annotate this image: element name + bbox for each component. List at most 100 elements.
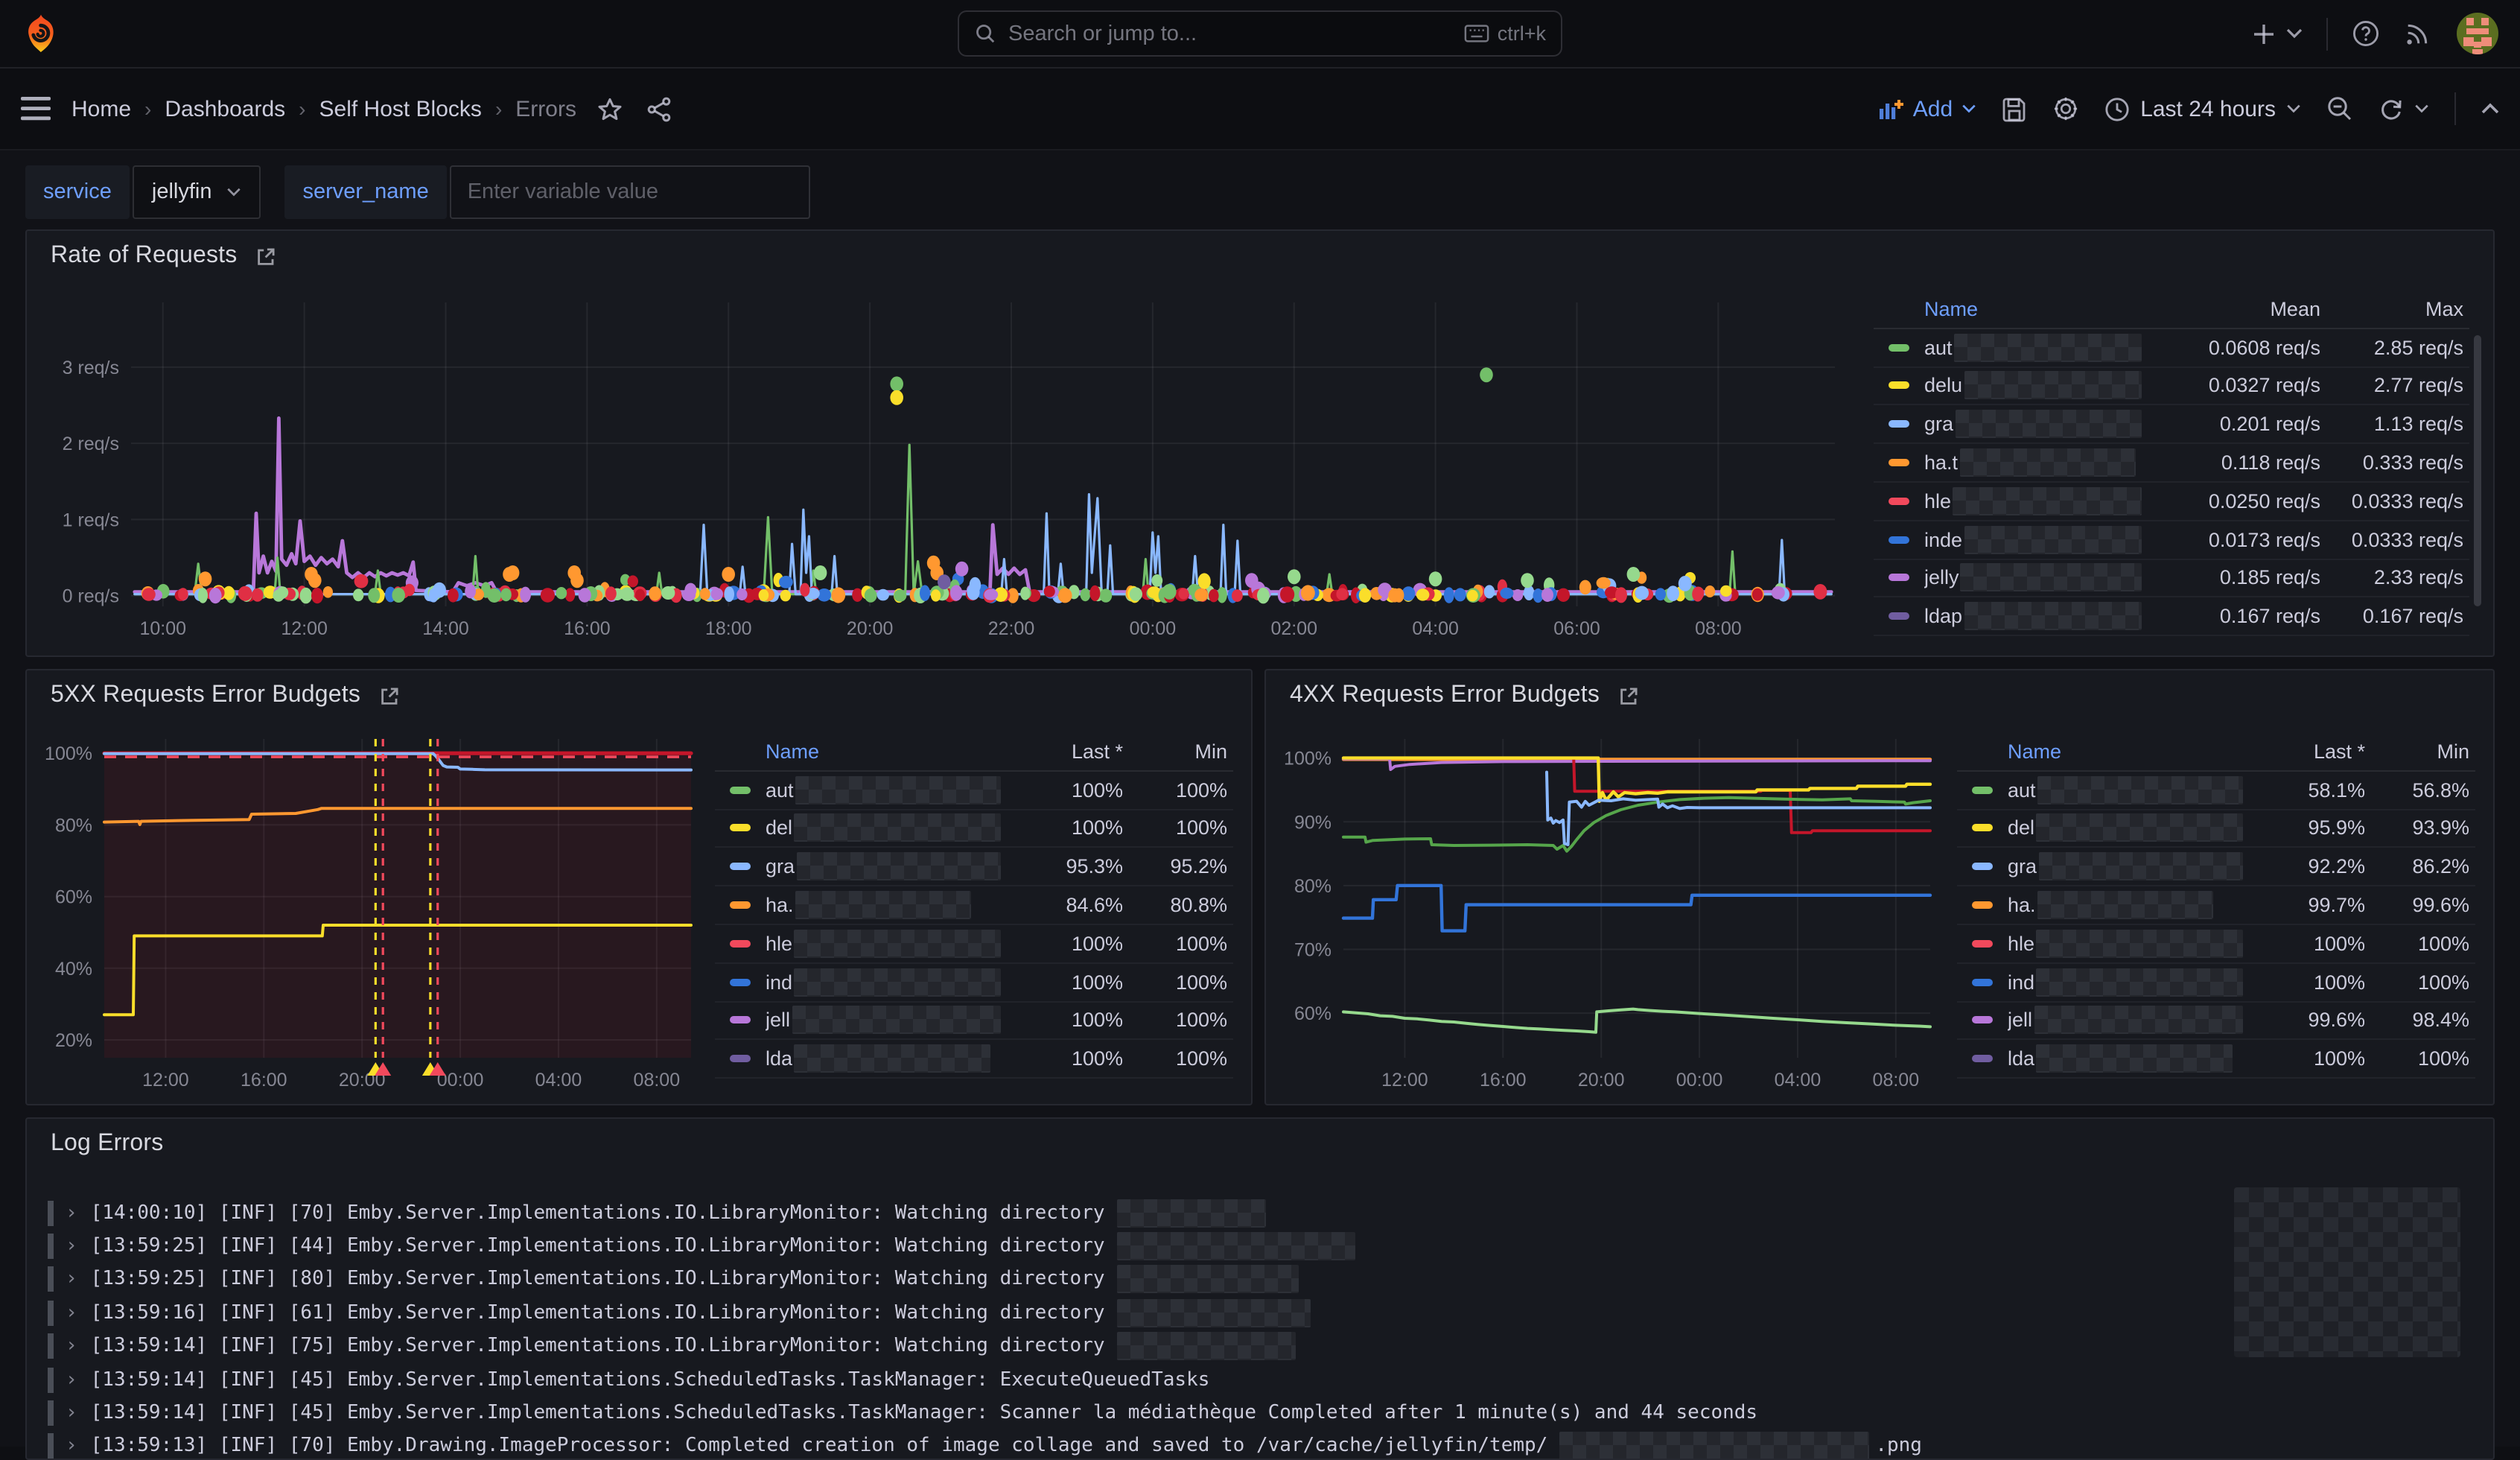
collapse-toolbar-button[interactable]	[2481, 103, 2499, 115]
menu-toggle-button[interactable]	[21, 97, 51, 121]
series-value-2: 56.8%	[2365, 778, 2475, 801]
external-link-icon[interactable]	[255, 245, 277, 267]
legend-header-name[interactable]: Name	[715, 740, 1001, 763]
chevron-down-icon	[226, 188, 241, 197]
panel-header[interactable]: 5XX Requests Error Budgets	[51, 682, 401, 709]
legend-header-min[interactable]: Min	[1123, 740, 1233, 763]
err5xx-chart[interactable]: 20%40%60%80%100%12:0016:0020:0000:0004:0…	[36, 727, 697, 1099]
legend-row[interactable]: aut58.1%56.8%	[1957, 772, 2475, 810]
series-name: lda	[766, 1045, 1001, 1073]
external-link-icon[interactable]	[378, 685, 401, 707]
legend-row[interactable]: gra95.3%95.2%	[715, 848, 1233, 887]
legend-row[interactable]: del100%100%	[715, 810, 1233, 848]
legend-row[interactable]: jell100%100%	[715, 1002, 1233, 1041]
log-line[interactable]: › [13:59:14] [INF] [75] Emby.Server.Imple…	[48, 1330, 2472, 1363]
breadcrumb-home[interactable]: Home	[71, 96, 131, 121]
legend-row[interactable]: del95.9%93.9%	[1957, 810, 2475, 848]
search-input[interactable]: Search or jump to... ctrl+k	[958, 10, 1562, 57]
legend-row[interactable]: lda100%100%	[715, 1041, 1233, 1079]
legend-header-max[interactable]: Max	[2320, 298, 2469, 320]
rss-icon	[2404, 19, 2432, 48]
legend-scrollbar[interactable]	[2474, 335, 2481, 606]
legend-row[interactable]: aut0.0608 req/s2.85 req/s	[1874, 329, 2469, 368]
legend-row[interactable]: aut100%100%	[715, 772, 1233, 810]
series-name: aut	[2008, 775, 2243, 804]
log-line[interactable]: ›[13:59:14] [INF] [45] Emby.Server.Imple…	[48, 1397, 2472, 1430]
log-line[interactable]: ›[13:59:13] [INF] [70] Emby.Drawing.Imag…	[48, 1429, 2472, 1460]
log-line[interactable]: ›[14:00:10] [INF] [70] Emby.Server.Imple…	[48, 1196, 2472, 1230]
series-name: gra	[2008, 853, 2243, 881]
legend-row[interactable]: hle100%100%	[715, 925, 1233, 964]
legend-header-name[interactable]: Name	[1957, 740, 2243, 763]
panel-header[interactable]: Rate of Requests	[51, 243, 277, 270]
favorite-button[interactable]	[597, 96, 623, 121]
expand-log-icon[interactable]: ›	[66, 1435, 77, 1458]
legend-row[interactable]: gra92.2%86.2%	[1957, 848, 2475, 887]
share-button[interactable]	[646, 96, 672, 121]
legend-row[interactable]: ha.99.7%99.6%	[1957, 886, 2475, 925]
legend-header-min[interactable]: Min	[2365, 740, 2475, 763]
log-message: [13:59:14] [INF] [45] Emby.Server.Implem…	[91, 1368, 1210, 1391]
grafana-logo-icon[interactable]	[21, 13, 61, 54]
zoom-out-button[interactable]	[2326, 95, 2353, 122]
legend-row[interactable]: hle100%100%	[1957, 925, 2475, 964]
news-button[interactable]	[2404, 19, 2432, 48]
svg-text:80%: 80%	[55, 815, 92, 836]
legend-row[interactable]: ha.84.6%80.8%	[715, 886, 1233, 925]
log-message: [13:59:14] [INF] [75] Emby.Server.Implem…	[91, 1336, 1105, 1358]
panel-header[interactable]: 4XX Requests Error Budgets	[1290, 682, 1640, 709]
refresh-button[interactable]	[2379, 96, 2429, 121]
legend-row[interactable]: inde0.0173 req/s0.0333 req/s	[1874, 521, 2469, 560]
variables-row: service jellyfin server_name	[0, 147, 810, 234]
expand-log-icon[interactable]: ›	[66, 1368, 77, 1391]
expand-log-icon[interactable]: ›	[66, 1336, 77, 1358]
expand-log-icon[interactable]: ›	[66, 1269, 77, 1291]
rate-chart[interactable]: 0 req/s1 req/s2 req/s3 req/s10:0012:0014…	[36, 293, 1847, 648]
legend-row[interactable]: lda100%100%	[1957, 1041, 2475, 1079]
legend-row[interactable]: jelly0.185 req/s2.33 req/s	[1874, 559, 2469, 598]
panel-header[interactable]: Log Errors	[51, 1131, 163, 1158]
legend-header-mean[interactable]: Mean	[2142, 298, 2320, 320]
redacted-name	[1964, 372, 2142, 400]
legend-row[interactable]: jell99.6%98.4%	[1957, 1002, 2475, 1041]
svg-text:04:00: 04:00	[535, 1070, 582, 1091]
avatar[interactable]	[2456, 12, 2499, 55]
legend-row[interactable]: ha.t0.118 req/s0.333 req/s	[1874, 444, 2469, 483]
expand-log-icon[interactable]: ›	[66, 1235, 77, 1257]
panel-5xx-error-budgets: 5XX Requests Error Budgets 20%40%60%80%1…	[25, 669, 1253, 1105]
legend-row[interactable]: ind100%100%	[1957, 964, 2475, 1003]
series-value-1: 100%	[1001, 1009, 1123, 1032]
log-line[interactable]: › [13:59:14] [INF] [45] Emby.Server.Imple…	[48, 1363, 2472, 1397]
plus-icon	[2252, 22, 2276, 45]
legend-header-last[interactable]: Last *	[1001, 740, 1123, 763]
external-link-icon[interactable]	[1617, 685, 1640, 707]
add-new-button[interactable]	[2252, 22, 2303, 45]
expand-log-icon[interactable]: ›	[66, 1302, 77, 1324]
breadcrumb-folder[interactable]: Self Host Blocks	[319, 96, 482, 121]
svg-text:16:00: 16:00	[1480, 1070, 1527, 1091]
expand-log-icon[interactable]: ›	[66, 1202, 77, 1224]
variable-input-server-name[interactable]	[450, 165, 810, 219]
add-panel-button[interactable]: Add	[1879, 96, 1976, 121]
series-swatch-icon	[1889, 382, 1909, 390]
err4xx-chart[interactable]: 60%70%80%90%100%12:0016:0020:0000:0004:0…	[1275, 727, 1936, 1099]
legend-row[interactable]: hle0.0250 req/s0.0333 req/s	[1874, 483, 2469, 521]
log-line[interactable]: ›[13:59:25] [INF] [44] Emby.Server.Imple…	[48, 1230, 2472, 1263]
expand-log-icon[interactable]: ›	[66, 1402, 77, 1424]
help-button[interactable]	[2352, 19, 2380, 48]
redacted-name	[795, 775, 1001, 804]
legend-header-last[interactable]: Last *	[2243, 740, 2365, 763]
time-range-picker[interactable]: Last 24 hours	[2104, 96, 2301, 121]
svg-text:00:00: 00:00	[1676, 1070, 1723, 1091]
variable-value-service[interactable]: jellyfin	[133, 165, 261, 219]
legend-row[interactable]: delu0.0327 req/s2.77 req/s	[1874, 367, 2469, 406]
legend-row[interactable]: gra0.201 req/s1.13 req/s	[1874, 406, 2469, 445]
log-line[interactable]: ›[13:59:16] [INF] [61] Emby.Server.Imple…	[48, 1296, 2472, 1330]
legend-header-name[interactable]: Name	[1874, 298, 2142, 320]
save-dashboard-button[interactable]	[2002, 96, 2027, 121]
legend-row[interactable]: ind100%100%	[715, 964, 1233, 1003]
breadcrumb-dashboards[interactable]: Dashboards	[165, 96, 285, 121]
dashboard-settings-button[interactable]	[2052, 95, 2079, 122]
legend-row[interactable]: ldap0.167 req/s0.167 req/s	[1874, 598, 2469, 637]
log-line[interactable]: ›[13:59:25] [INF] [80] Emby.Server.Imple…	[48, 1263, 2472, 1297]
